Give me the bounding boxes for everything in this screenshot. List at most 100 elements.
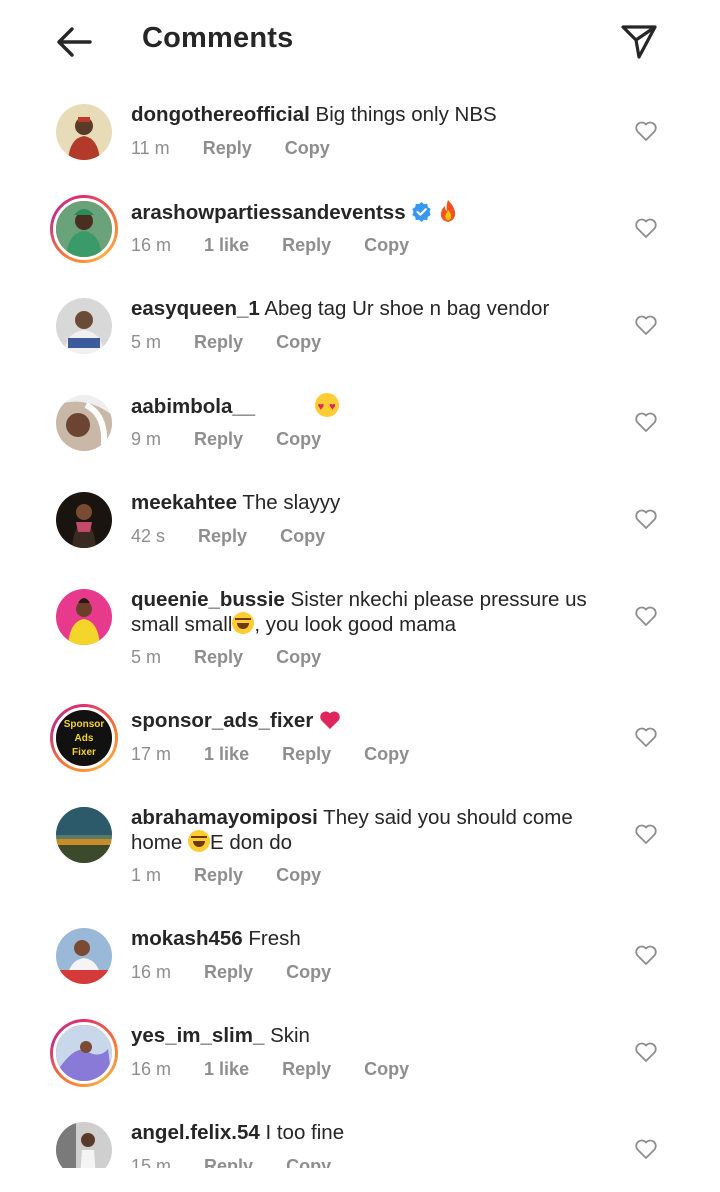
copy-button[interactable]: Copy [364,235,409,255]
avatar[interactable] [56,1122,112,1168]
comment-text: Big things only NBS [315,103,497,126]
reply-button[interactable]: Reply [282,1059,331,1079]
heart-outline-icon[interactable] [634,1041,658,1063]
badge-line-2: Ads [75,733,94,744]
comment-username[interactable]: easyqueen_1 [131,297,260,320]
comment-text-continued: E don do [209,831,293,854]
copy-button[interactable]: Copy [276,332,321,352]
fire-emoji-icon [440,200,456,222]
comment-text-continued: , you look good mama [254,613,457,636]
copy-button[interactable]: Copy [280,526,325,546]
likes-count[interactable]: 1 like [204,235,249,255]
reply-button[interactable]: Reply [194,429,243,449]
page-title: Comments [142,22,294,54]
heart-outline-icon[interactable] [634,605,658,627]
avatar[interactable] [56,928,112,984]
comment-meta: 1 m Reply Copy [131,865,349,886]
comment-meta: 5 m Reply Copy [131,332,349,353]
comment-username[interactable]: queenie_bussie [131,588,285,611]
back-arrow-icon[interactable] [52,22,98,62]
comment-time: 16 m [131,235,172,255]
comment-username[interactable]: angel.felix.54 [131,1121,260,1144]
likes-count[interactable]: 1 like [204,744,249,764]
comment-time: 42 s [131,526,166,546]
heart-outline-icon[interactable] [634,1138,658,1160]
comment-meta: 42 s Reply Copy [131,526,353,547]
copy-button[interactable]: Copy [276,865,321,885]
avatar[interactable] [56,104,112,160]
reply-button[interactable]: Reply [198,526,247,546]
comment-meta: 9 m Reply Copy [131,429,349,450]
heart-outline-icon[interactable] [634,120,658,142]
header-bar: Comments [0,0,720,82]
comment-username[interactable]: yes_im_slim_ [131,1024,264,1047]
heart-outline-icon[interactable] [634,944,658,966]
avatar[interactable]: Sponsor Ads Fixer [50,704,118,772]
comment-time: 16 m [131,962,172,982]
reply-button[interactable]: Reply [203,138,252,158]
comments-list[interactable]: dongothereofficial Big things only NBS 1… [0,82,720,1168]
copy-button[interactable]: Copy [364,744,409,764]
avatar[interactable] [56,807,112,863]
comment-meta: 16 m 1 like Reply Copy [131,1059,437,1080]
comment-username[interactable]: abrahamayomiposi [131,806,318,829]
comment-time: 5 m [131,647,162,667]
badge-line-3: Fixer [72,747,96,758]
reply-button[interactable]: Reply [194,865,243,885]
avatar[interactable] [56,589,112,645]
reply-button[interactable]: Reply [282,744,331,764]
reply-button[interactable]: Reply [194,332,243,352]
heart-outline-icon[interactable] [634,314,658,336]
comment-meta: 5 m Reply Copy [131,647,349,668]
heart-outline-icon[interactable] [634,726,658,748]
heart-outline-icon[interactable] [634,411,658,433]
laughing-emoji-icon [232,612,255,634]
comment-username[interactable]: meekahtee [131,491,237,514]
copy-button[interactable]: Copy [276,429,321,449]
comment-time: 5 m [131,332,162,352]
heart-outline-icon[interactable] [634,217,658,239]
avatar[interactable] [50,195,118,263]
reply-button[interactable]: Reply [282,235,331,255]
comment-time: 17 m [131,744,172,764]
badge-line-1: Sponsor [64,719,105,730]
comment-username[interactable]: dongothereofficial [131,103,310,126]
comment-text: Abeg tag Ur shoe n bag vendor [264,297,550,320]
comment-meta: 16 m 1 like Reply Copy [131,235,437,256]
avatar[interactable] [56,492,112,548]
heart-outline-icon[interactable] [634,508,658,530]
avatar[interactable] [56,298,112,354]
comment-username[interactable]: aabimbola__ [131,395,255,418]
send-icon[interactable] [618,20,660,62]
comment-meta: 16 m Reply Copy [131,962,359,983]
copy-button[interactable]: Copy [285,138,330,158]
copy-button[interactable]: Copy [286,1156,331,1168]
comment-time: 1 m [131,865,162,885]
comment-text: The slayyy [242,491,341,514]
comment-username[interactable]: sponsor_ads_fixer [131,709,313,732]
comment-meta: 11 m Reply Copy [131,138,358,159]
reply-button[interactable]: Reply [204,1156,253,1168]
reply-button[interactable]: Reply [204,962,253,982]
laughing-emoji-icon [187,830,210,852]
red-heart-emoji-icon [320,711,340,729]
comment-time: 11 m [131,138,170,158]
copy-button[interactable]: Copy [364,1059,409,1079]
comment-time: 9 m [131,429,162,449]
comment-meta: 15 m Reply Copy [131,1156,359,1168]
comment-time: 15 m [131,1156,172,1168]
reply-button[interactable]: Reply [194,647,243,667]
heart-outline-icon[interactable] [634,823,658,845]
likes-count[interactable]: 1 like [204,1059,249,1079]
comment-username[interactable]: arashowpartiessandeventss [131,201,406,224]
copy-button[interactable]: Copy [276,647,321,667]
heart-eyes-emoji-icon [314,393,339,420]
comment-text: Skin [270,1024,310,1047]
comment-username[interactable]: mokash456 [131,927,243,950]
copy-button[interactable]: Copy [286,962,331,982]
avatar[interactable] [56,395,112,451]
comment-time: 16 m [131,1059,172,1079]
comment-text: I too fine [265,1121,345,1144]
sponsor-ads-fixer-logo: Sponsor Ads Fixer [56,710,112,766]
avatar[interactable] [50,1019,118,1087]
